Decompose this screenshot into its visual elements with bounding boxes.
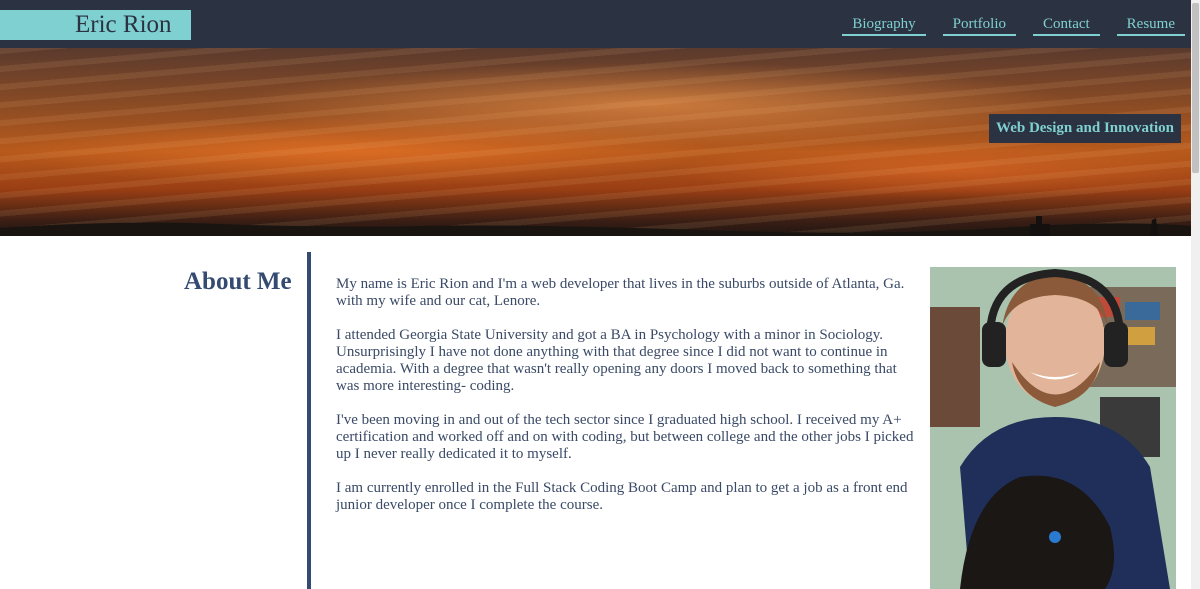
bio-paragraph: I've been moving in and out of the tech … (336, 412, 914, 462)
bio-text: My name is Eric Rion and I'm a web devel… (336, 276, 920, 531)
hero-banner-sunset: Web Design and Innovation (0, 48, 1191, 236)
nav-link-resume[interactable]: Resume (1116, 16, 1185, 36)
section-divider (307, 252, 311, 589)
main-nav: Biography Portfolio Contact Resume (842, 16, 1185, 36)
nav-link-biography[interactable]: Biography (842, 16, 926, 36)
scrollbar-thumb[interactable] (1192, 3, 1199, 173)
bio-paragraph: My name is Eric Rion and I'm a web devel… (336, 276, 905, 309)
bio-paragraph: I attended Georgia State University and … (336, 327, 897, 394)
profile-photo (930, 267, 1176, 589)
bio-paragraph: I am currently enrolled in the Full Stac… (336, 480, 908, 513)
site-logo[interactable]: Eric Rion (0, 10, 191, 40)
nav-link-portfolio[interactable]: Portfolio (942, 16, 1017, 36)
site-header: Eric Rion Biography Portfolio Contact Re… (0, 0, 1191, 48)
about-heading: About Me (184, 268, 292, 295)
hero-tagline: Web Design and Innovation (989, 114, 1181, 143)
nav-link-contact[interactable]: Contact (1033, 16, 1100, 36)
hero-hills-silhouette (0, 216, 1191, 236)
profile-photo-illustration (930, 267, 1176, 589)
